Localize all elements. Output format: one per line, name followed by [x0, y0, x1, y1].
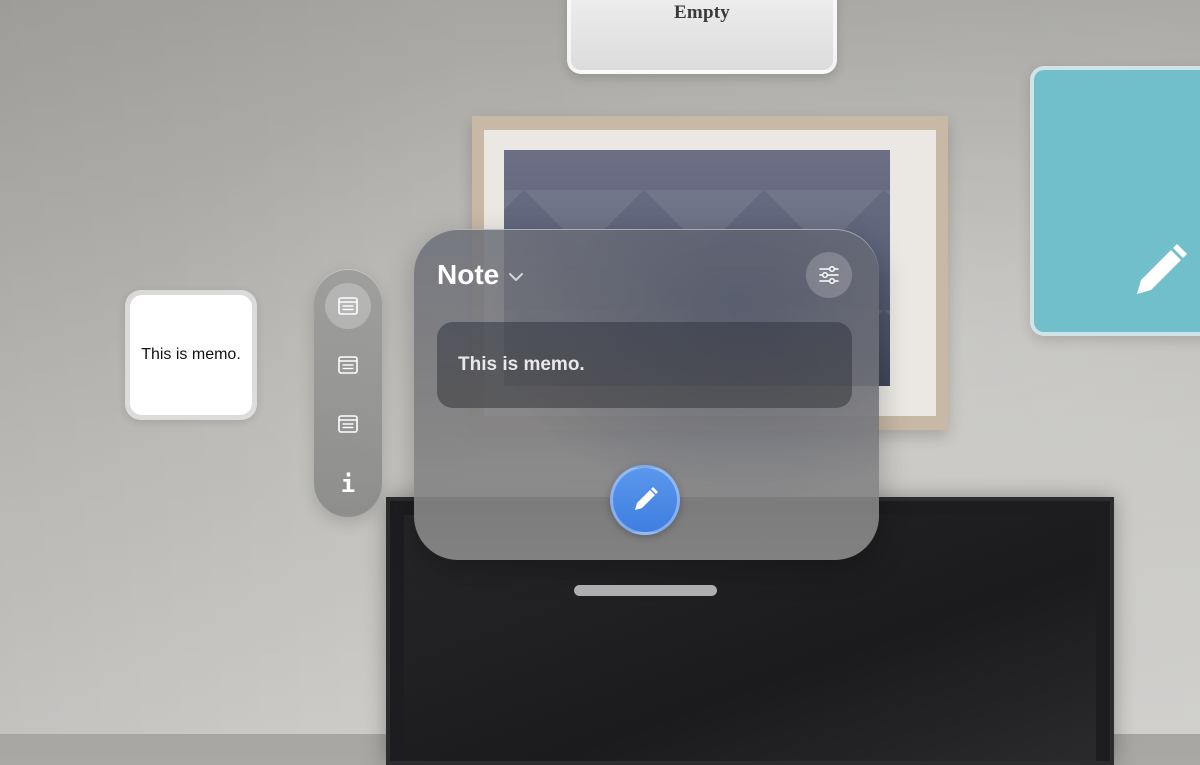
- note-icon: [338, 297, 358, 315]
- empty-widget-label: Empty: [674, 2, 730, 23]
- side-ornament: i: [314, 269, 382, 517]
- ornament-note-button-1[interactable]: [325, 283, 371, 329]
- empty-widget[interactable]: Empty: [567, 0, 837, 74]
- memo-list-item[interactable]: This is memo.: [437, 322, 852, 408]
- window-grabber-bar[interactable]: [574, 585, 717, 596]
- note-icon: [338, 415, 358, 433]
- note-icon: [338, 356, 358, 374]
- compose-button[interactable]: [610, 465, 680, 535]
- info-icon: i: [340, 470, 356, 498]
- note-title-menu[interactable]: Note: [437, 259, 525, 291]
- pencil-widget[interactable]: [1030, 66, 1200, 336]
- note-window: Note This is memo.: [414, 229, 879, 560]
- sliders-icon: [819, 265, 839, 285]
- ornament-info-button[interactable]: i: [325, 461, 371, 507]
- pencil-icon: [635, 487, 658, 510]
- memo-widget-content: This is memo.: [130, 295, 252, 415]
- chevron-down-icon: [509, 273, 524, 281]
- memo-widget-text: This is memo.: [141, 346, 241, 363]
- page-title: Note: [437, 259, 500, 290]
- ornament-note-button-2[interactable]: [325, 342, 371, 388]
- settings-button[interactable]: [806, 252, 852, 298]
- memo-text: This is memo.: [458, 354, 585, 375]
- pencil-icon: [1137, 244, 1187, 294]
- memo-widget[interactable]: This is memo.: [125, 290, 257, 420]
- ornament-note-button-3[interactable]: [325, 401, 371, 447]
